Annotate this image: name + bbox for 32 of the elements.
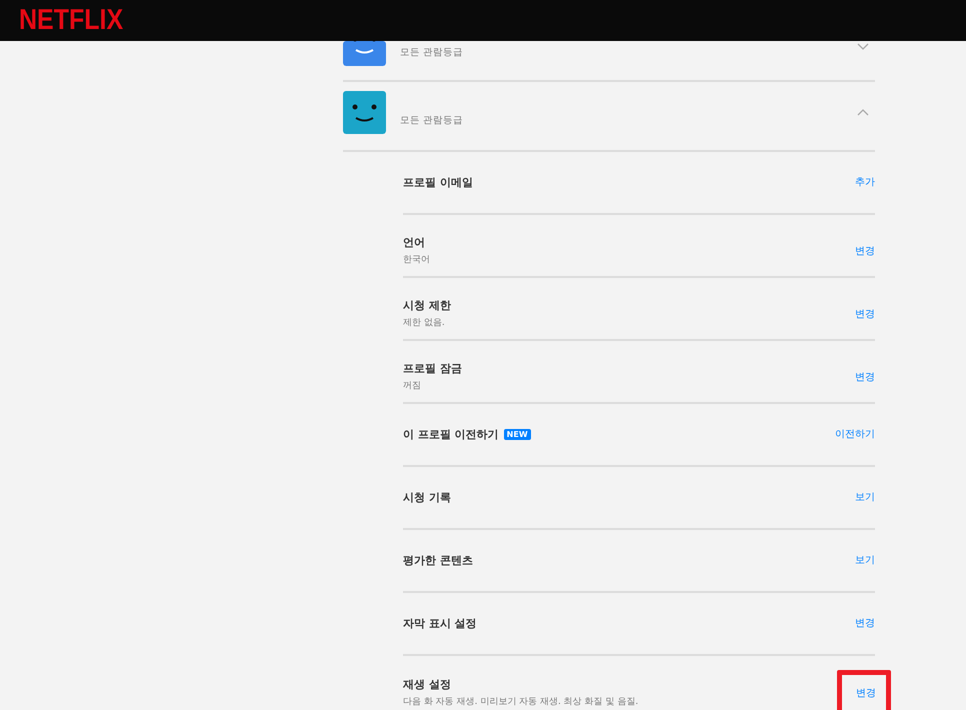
setting-value: 한국어 <box>403 254 430 266</box>
logo[interactable]: NETFLIX <box>19 4 124 38</box>
setting-label: 재생 설정 <box>403 677 451 692</box>
setting-value: 제한 없음. <box>403 317 446 329</box>
setting-label: 평가한 콘텐츠 <box>403 553 473 568</box>
setting-link[interactable]: 변경 <box>855 616 875 630</box>
setting-link[interactable]: 이전하기 <box>835 427 875 441</box>
setting-label: 시청 기록 <box>403 490 451 505</box>
new-badge: NEW <box>504 429 531 440</box>
setting-link[interactable]: 변경 <box>837 670 891 710</box>
setting-link[interactable]: 변경 <box>855 370 875 384</box>
setting-label: 시청 제한 <box>403 298 451 313</box>
profile-rating: 모든 관람등급 <box>400 46 464 59</box>
avatar-icon[interactable] <box>343 41 386 66</box>
setting-label: 프로필 잠금 <box>403 361 462 376</box>
setting-value: 다음 화 자동 재생. 미리보기 자동 재생. 최상 화질 및 음질. <box>403 696 638 708</box>
profile-row[interactable]: 모든 관람등급 <box>343 41 875 82</box>
setting-label: 이 프로필 이전하기 <box>403 427 499 442</box>
setting-link[interactable]: 변경 <box>855 306 875 320</box>
setting-link[interactable]: 보기 <box>855 553 875 567</box>
setting-link[interactable]: 변경 <box>855 244 875 258</box>
setting-value: 꺼짐 <box>403 380 422 392</box>
setting-link[interactable]: 보기 <box>855 490 875 504</box>
setting-label: 언어 <box>403 235 425 250</box>
profile-row[interactable]: 모든 관람등급 <box>343 91 875 152</box>
profile-rating: 모든 관람등급 <box>400 114 464 127</box>
setting-label: 프로필 이메일 <box>403 175 473 190</box>
setting-label: 자막 표시 설정 <box>403 616 477 631</box>
avatar-icon[interactable] <box>343 91 386 134</box>
chevron-up-icon[interactable] <box>857 108 869 116</box>
chevron-down-icon[interactable] <box>857 43 869 51</box>
setting-link[interactable]: 추가 <box>855 175 875 189</box>
